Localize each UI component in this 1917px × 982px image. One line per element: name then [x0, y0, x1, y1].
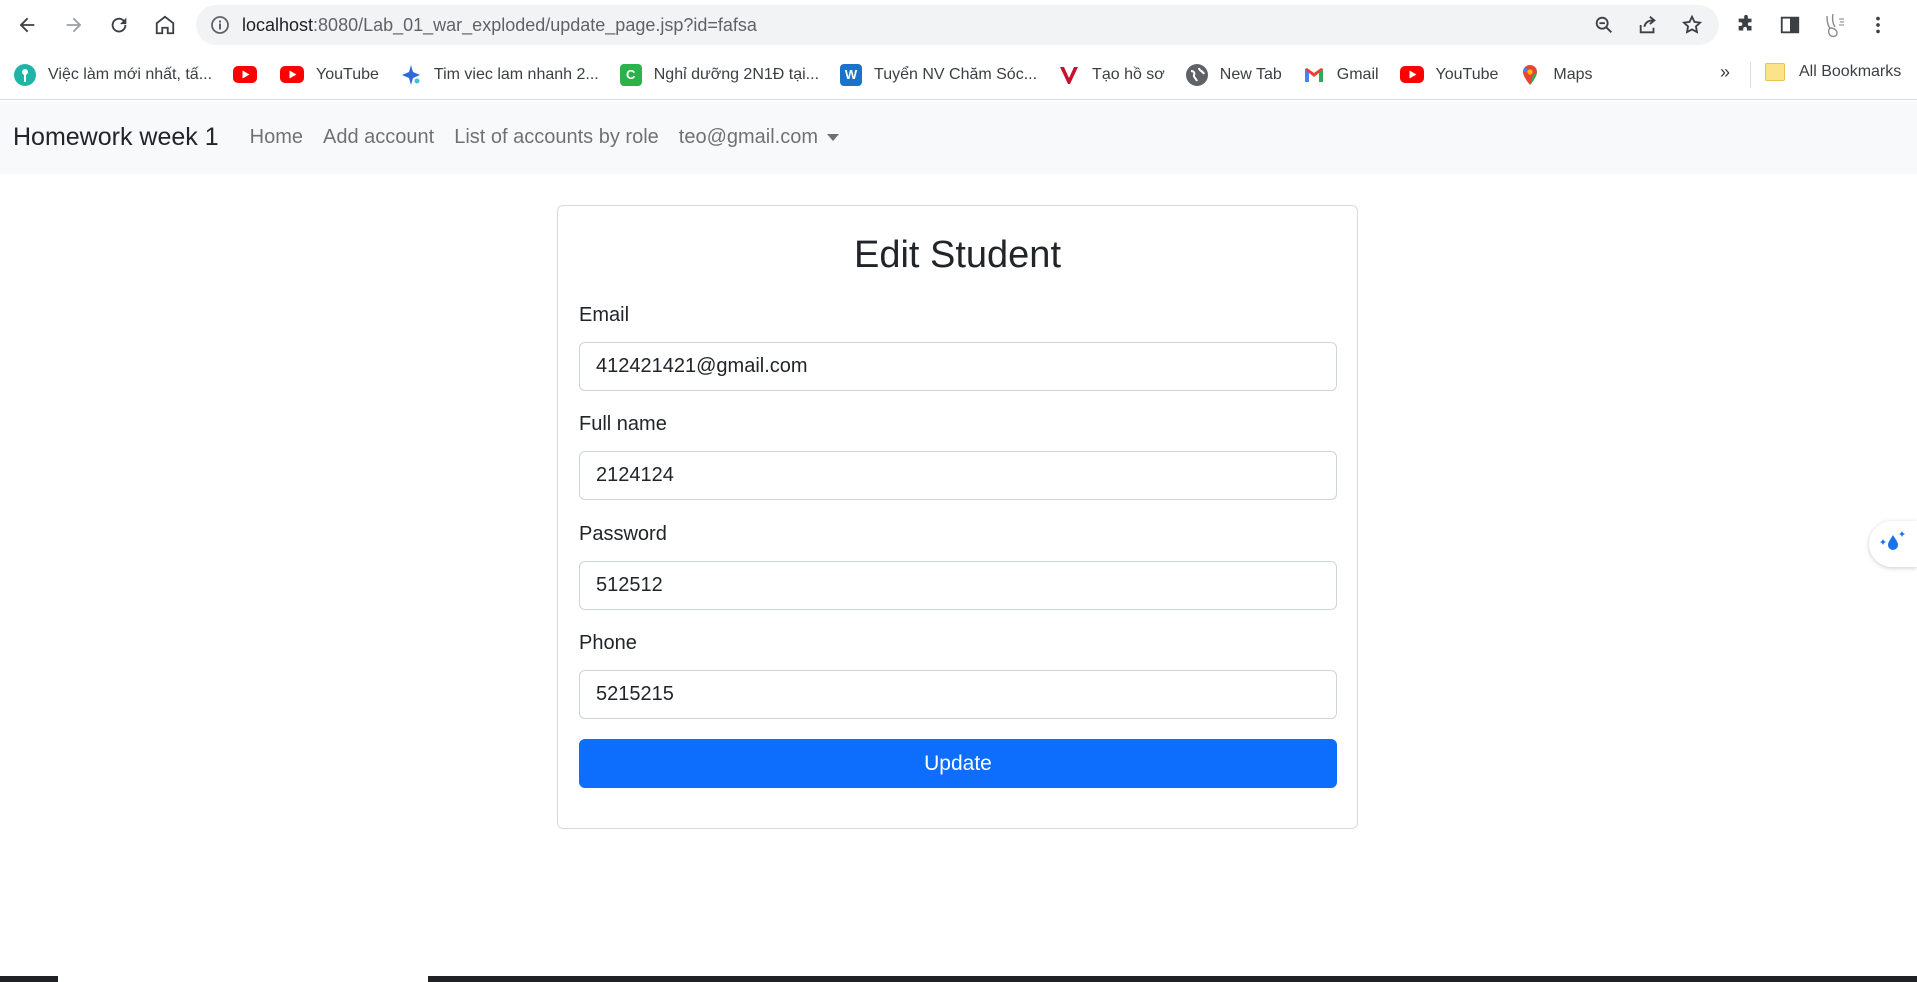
- fullname-input[interactable]: 2124124: [579, 451, 1337, 500]
- info-icon[interactable]: [210, 15, 230, 35]
- bookmark-label: YouTube: [1435, 65, 1499, 83]
- nav-link-home[interactable]: Home: [250, 126, 303, 149]
- reload-icon[interactable]: [102, 8, 136, 42]
- bookmark-item[interactable]: New Tab: [1185, 63, 1282, 86]
- bookmark-label: New Tab: [1219, 65, 1282, 83]
- profile-icon[interactable]: [1818, 8, 1850, 42]
- taskbar-segment: [488, 976, 1917, 982]
- nav-link-accounts-by-role[interactable]: List of accounts by role: [454, 126, 659, 149]
- taskbar-segment: [0, 976, 58, 982]
- taskbar-segment: [428, 976, 488, 982]
- email-value: 412421421@gmail.com: [596, 355, 808, 377]
- zoom-icon[interactable]: [1589, 11, 1619, 39]
- pin-icon: [14, 63, 36, 86]
- phone-value: 5215215: [596, 683, 674, 705]
- v-icon: [1058, 64, 1080, 86]
- bookmark-label: Gmail: [1336, 65, 1379, 83]
- bookmarks-more-button[interactable]: »: [1720, 62, 1730, 83]
- bookmark-label: Tim viec lam nhanh 2...: [433, 65, 599, 83]
- email-label: Email: [579, 304, 630, 326]
- c-icon: C: [619, 63, 642, 86]
- youtube-icon: [1399, 66, 1424, 83]
- bookmarks-bar: Việc làm mới nhất, tấ... YouTube Tim vie…: [0, 50, 1917, 100]
- phone-input[interactable]: 5215215: [579, 670, 1337, 719]
- globe-icon: [1185, 63, 1208, 86]
- share-icon[interactable]: [1633, 11, 1663, 39]
- bookmarks-separator: [1750, 62, 1751, 88]
- password-input[interactable]: 512512: [579, 561, 1337, 610]
- browser-toolbar: localhost:8080/Lab_01_war_exploded/updat…: [0, 0, 1917, 50]
- fullname-label: Full name: [579, 413, 667, 435]
- bookmark-item[interactable]: YouTube: [280, 66, 379, 84]
- bookmark-item[interactable]: Maps: [1519, 64, 1593, 86]
- bookmark-label: YouTube: [316, 65, 379, 83]
- url-text[interactable]: localhost:8080/Lab_01_war_exploded/updat…: [242, 15, 757, 36]
- bookmark-item[interactable]: Tạo hồ sơ: [1058, 64, 1165, 86]
- fullname-value: 2124124: [596, 464, 674, 486]
- bookmark-label: Maps: [1553, 65, 1593, 83]
- address-bar[interactable]: localhost:8080/Lab_01_war_exploded/updat…: [196, 5, 1719, 45]
- navbar-brand[interactable]: Homework week 1: [13, 123, 219, 152]
- star-icon[interactable]: [1677, 11, 1707, 39]
- bookmark-item[interactable]: Tim viec lam nhanh 2...: [400, 64, 599, 86]
- caret-down-icon: [827, 134, 840, 141]
- update-button[interactable]: Update: [579, 739, 1337, 788]
- password-value: 512512: [596, 574, 663, 596]
- bookmark-label: Tuyển NV Chăm Sóc...: [874, 65, 1038, 83]
- app-navbar: Homework week 1 Home Add account List of…: [0, 101, 1917, 174]
- bookmark-item[interactable]: Việc làm mới nhất, tấ...: [14, 63, 213, 86]
- bookmark-label: Tạo hồ sơ: [1092, 65, 1165, 83]
- all-bookmarks-button[interactable]: All Bookmarks: [1765, 63, 1901, 81]
- bookmark-item[interactable]: [233, 66, 258, 83]
- youtube-icon: [233, 66, 258, 83]
- extensions-icon[interactable]: [1730, 8, 1762, 42]
- url-path: :8080/Lab_01_war_exploded/update_page.js…: [313, 14, 757, 35]
- url-host: localhost: [242, 14, 314, 35]
- bookmark-label: Việc làm mới nhất, tấ...: [48, 65, 213, 83]
- all-bookmarks-label: All Bookmarks: [1799, 63, 1902, 80]
- form-title: Edit Student: [853, 234, 1062, 276]
- youtube-icon: [280, 66, 305, 83]
- bookmark-item[interactable]: W Tuyển NV Chăm Sóc...: [840, 63, 1038, 86]
- back-icon[interactable]: [10, 8, 44, 42]
- sidepanel-icon[interactable]: [1774, 8, 1806, 42]
- user-email: teo@gmail.com: [678, 126, 819, 148]
- bookmark-item[interactable]: Gmail: [1303, 64, 1379, 86]
- edit-student-card: Edit Student Email 412421421@gmail.com F…: [557, 205, 1358, 829]
- nav-link-add-account[interactable]: Add account: [323, 126, 434, 149]
- email-input[interactable]: 412421421@gmail.com: [579, 342, 1337, 391]
- phone-label: Phone: [579, 632, 637, 654]
- menu-icon[interactable]: [1862, 8, 1894, 42]
- bookmark-label: Nghỉ dưỡng 2N1Đ tại...: [653, 65, 820, 83]
- bookmark-item[interactable]: C Nghỉ dưỡng 2N1Đ tại...: [619, 63, 820, 86]
- w-icon: W: [840, 63, 863, 86]
- bookmark-item[interactable]: YouTube: [1399, 65, 1499, 84]
- sparkle-icon: [400, 64, 422, 86]
- folder-icon: [1765, 63, 1785, 81]
- gmail-icon: [1303, 64, 1325, 86]
- taskbar-strip: [0, 976, 1917, 982]
- password-label: Password: [579, 523, 667, 545]
- floating-assistant-button[interactable]: [1869, 521, 1917, 567]
- droplet-sparkle-icon: [1878, 527, 1908, 562]
- home-icon[interactable]: [148, 8, 182, 42]
- maps-icon: [1519, 64, 1541, 86]
- forward-icon[interactable]: [57, 8, 91, 42]
- user-dropdown[interactable]: teo@gmail.com: [678, 126, 840, 149]
